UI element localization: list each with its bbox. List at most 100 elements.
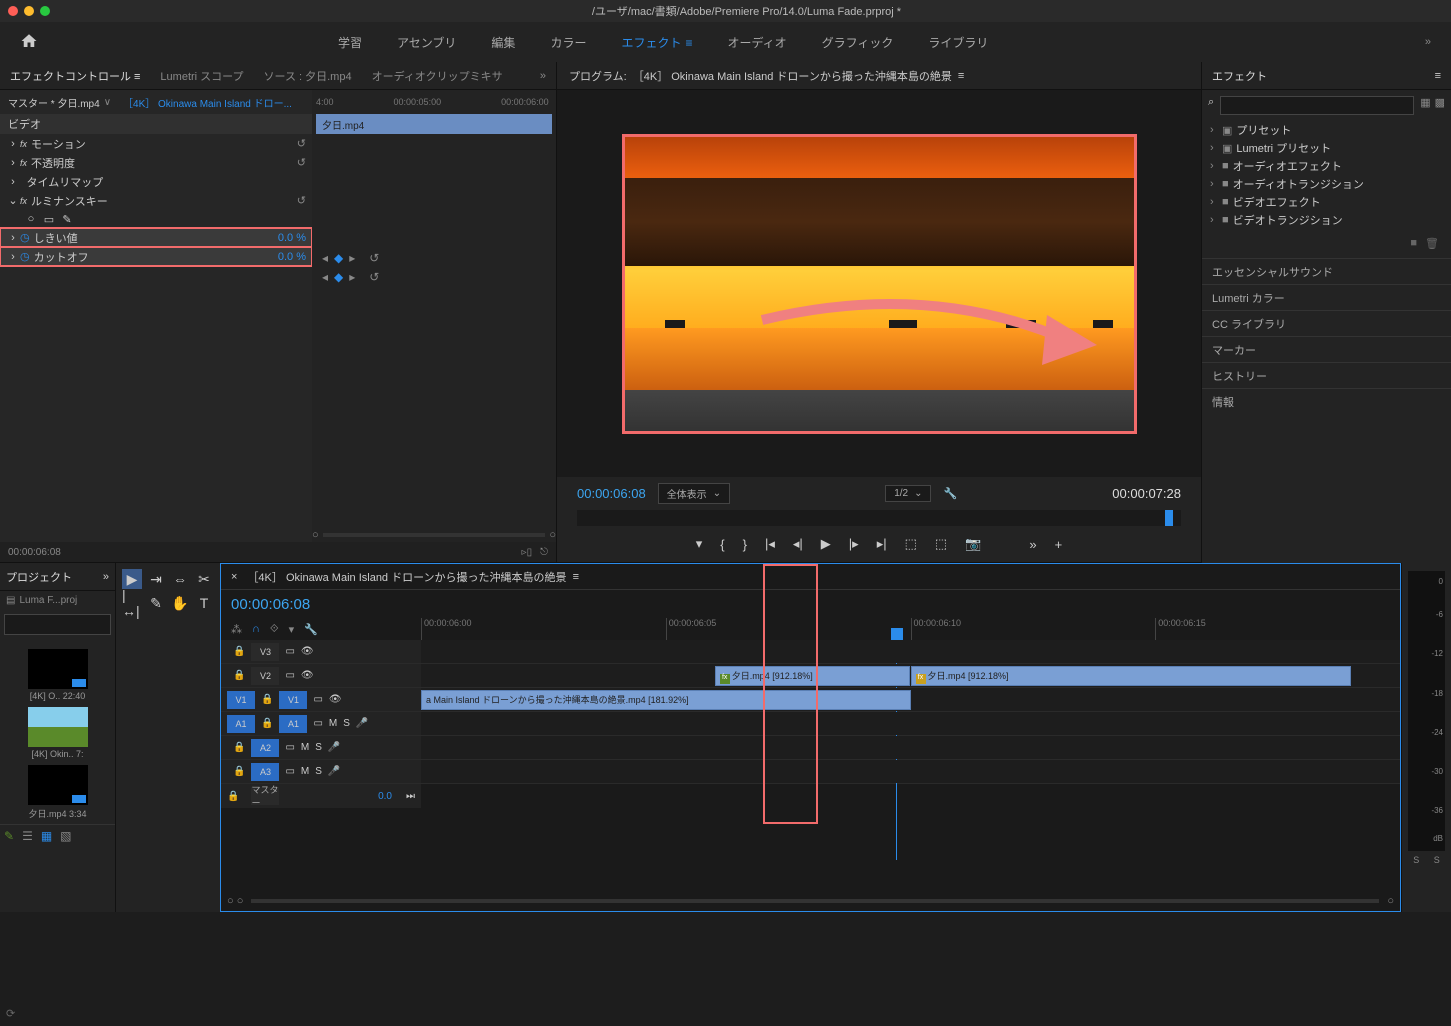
go-to-out-icon[interactable]: ▸| [877, 536, 887, 552]
workspace-tab-audio[interactable]: オーディオ [727, 34, 786, 51]
track-v1[interactable]: V1🔒V1▭👁 a Main Island ドローンから撮った沖縄本島の絶景.m… [221, 688, 1400, 712]
bin-item[interactable]: [4K] O.. 22:40 [4, 649, 111, 701]
tab-source[interactable]: ソース : 夕日.mp4 [264, 68, 352, 84]
clip-name-label[interactable]: ［4K］ Okinawa Main Island ドロー... [123, 95, 292, 110]
project-search-input[interactable] [4, 614, 111, 635]
fx-opacity-row[interactable]: ›fx不透明度↺ [0, 153, 312, 172]
overflow-icon[interactable]: » [1029, 537, 1036, 552]
bin-item[interactable]: [4K] Okin.. 7: [4, 707, 111, 759]
close-icon[interactable]: × [231, 571, 237, 583]
program-monitor[interactable] [557, 90, 1201, 477]
lift-icon[interactable]: ⬚ [905, 536, 917, 552]
panel-history[interactable]: ヒストリー [1202, 362, 1451, 388]
solo-left[interactable]: S [1413, 855, 1419, 865]
reset-icon[interactable]: ↺ [297, 194, 306, 207]
tab-audio-clip-mixer[interactable]: オーディオクリップミキサ [372, 68, 503, 84]
selection-tool-icon[interactable]: ▶ [122, 569, 142, 589]
cutoff-value[interactable]: 0.0 % [256, 251, 306, 263]
list-view-icon[interactable]: ☰ [22, 829, 33, 843]
panel-cc-libraries[interactable]: CC ライブラリ [1202, 310, 1451, 336]
export-frame-icon[interactable]: 📷 [965, 536, 981, 552]
slip-tool-icon[interactable]: |↔| [122, 593, 142, 613]
bin-item[interactable]: 夕日.mp4 3:34 [4, 765, 111, 820]
resolution-dropdown[interactable]: 1/2⌄ [885, 485, 931, 502]
track-a2[interactable]: 🔒A2▭MS🎤 [221, 736, 1400, 760]
fx-timeremap-row[interactable]: › タイムリマップ [0, 172, 312, 191]
threshold-row[interactable]: ›◷しきい値0.0 % [0, 228, 312, 247]
extract-icon[interactable]: ⬚ [935, 536, 947, 552]
preset-filter-icon[interactable]: ▦ [1420, 96, 1430, 115]
cloud-sync-icon[interactable]: ⟳ [6, 1007, 15, 1020]
ripple-edit-icon[interactable]: ⇔ [170, 569, 190, 589]
ellipse-mask-icon[interactable]: ○ [24, 212, 38, 226]
ec-clip-bar[interactable]: 夕日.mp4 [316, 114, 552, 134]
timeline-clip[interactable]: a Main Island ドローンから撮った沖縄本島の絶景.mp4 [181.… [421, 690, 911, 710]
mark-out-icon[interactable]: } [743, 537, 747, 552]
step-back-icon[interactable]: ◂| [793, 536, 803, 552]
folder-video-transitions[interactable]: ›■ビデオトランジション [1206, 211, 1447, 229]
panel-menu-icon[interactable]: ≡ [1435, 70, 1441, 82]
track-select-icon[interactable]: ⇥ [146, 569, 166, 589]
tab-effect-controls[interactable]: エフェクトコントロール≡ [10, 68, 140, 84]
step-forward-icon[interactable]: |▸ [849, 536, 859, 552]
tab-effects[interactable]: エフェクト [1212, 68, 1267, 84]
workspace-tab-graphics[interactable]: グラフィック [822, 34, 894, 51]
zoom-dropdown[interactable]: 全体表示⌄ [658, 483, 730, 504]
panel-overflow-icon[interactable]: » [540, 70, 546, 82]
panel-info[interactable]: 情報 [1202, 388, 1451, 414]
timeline-playhead[interactable] [891, 628, 903, 640]
new-folder-icon[interactable]: ■ [1410, 237, 1417, 250]
track-v3[interactable]: 🔒V3▭👁 [221, 640, 1400, 664]
go-to-in-icon[interactable]: |◂ [765, 536, 775, 552]
tab-project[interactable]: プロジェクト [6, 569, 72, 585]
fx-motion-row[interactable]: ›fxモーション↺ [0, 134, 312, 153]
button-editor-icon[interactable]: + [1055, 537, 1063, 552]
solo-right[interactable]: S [1434, 855, 1440, 865]
wrench-icon[interactable]: 🔧 [943, 487, 957, 500]
folder-audio-transitions[interactable]: ›■オーディオトランジション [1206, 175, 1447, 193]
fx-lumakey-row[interactable]: ⌄fxルミナンスキー↺ [0, 191, 312, 210]
cutoff-row[interactable]: ›◷カットオフ0.0 % [0, 247, 312, 266]
new-bin-icon[interactable]: ▩ [1435, 96, 1445, 115]
threshold-value[interactable]: 0.0 % [256, 232, 306, 244]
timeline-timecode[interactable]: 00:00:06:08 [221, 590, 421, 619]
razor-tool-icon[interactable]: ✂ [194, 569, 214, 589]
tab-lumetri-scopes[interactable]: Lumetri スコープ [160, 68, 243, 84]
hamburger-icon[interactable]: ≡ [685, 36, 692, 50]
play-icon[interactable]: ▶ [821, 536, 831, 552]
export-icon[interactable]: ⎋ [540, 547, 548, 558]
trash-icon[interactable]: 🗑 [1425, 237, 1439, 250]
minimize-window-button[interactable] [24, 6, 34, 16]
icon-view-icon[interactable]: ▦ [41, 829, 52, 843]
nest-icon[interactable]: ⁂ [231, 623, 242, 636]
effects-search-input[interactable] [1220, 96, 1414, 115]
snap-icon[interactable]: ∩ [252, 623, 260, 636]
type-tool-icon[interactable]: T [194, 593, 214, 613]
workspace-tab-assembly[interactable]: アセンブリ [397, 34, 456, 51]
stopwatch-icon[interactable]: ◷ [20, 250, 30, 263]
track-a3[interactable]: 🔒A3▭MS🎤 [221, 760, 1400, 784]
keyframe-nav[interactable]: ◂◆▸↺ [312, 248, 556, 267]
track-master[interactable]: 🔒マスター0.0⏭ [221, 784, 1400, 808]
mark-in-icon[interactable]: { [720, 537, 724, 552]
rect-mask-icon[interactable]: ▭ [42, 212, 56, 226]
stopwatch-icon[interactable]: ◷ [20, 231, 30, 244]
reset-icon[interactable]: ↺ [297, 156, 306, 169]
folder-audio-effects[interactable]: ›■オーディオエフェクト [1206, 157, 1447, 175]
reset-icon[interactable]: ↺ [297, 137, 306, 150]
program-timecode[interactable]: 00:00:06:08 [577, 486, 646, 501]
freeform-icon[interactable]: ▧ [60, 829, 71, 843]
home-icon[interactable] [20, 32, 38, 53]
overflow-icon[interactable]: » [1425, 36, 1431, 48]
close-window-button[interactable] [8, 6, 18, 16]
timeline-clip[interactable]: fx夕日.mp4 [912.18%] [911, 666, 1352, 686]
workspace-tab-library[interactable]: ライブラリ [928, 34, 988, 51]
timeline-clip[interactable]: fx夕日.mp4 [912.18%] [715, 666, 911, 686]
workspace-tab-color[interactable]: カラー [550, 34, 586, 51]
loop-icon[interactable]: ▹▯ [522, 547, 533, 558]
program-scrubber[interactable] [577, 510, 1181, 526]
folder-lumetri-presets[interactable]: ›▣Lumetri プリセット [1206, 139, 1447, 157]
hand-tool-icon[interactable]: ✋ [170, 593, 190, 613]
timeline-ruler[interactable]: 00:00:06:00 00:00:06:05 00:00:06:10 00:0… [421, 590, 1400, 640]
panel-markers[interactable]: マーカー [1202, 336, 1451, 362]
